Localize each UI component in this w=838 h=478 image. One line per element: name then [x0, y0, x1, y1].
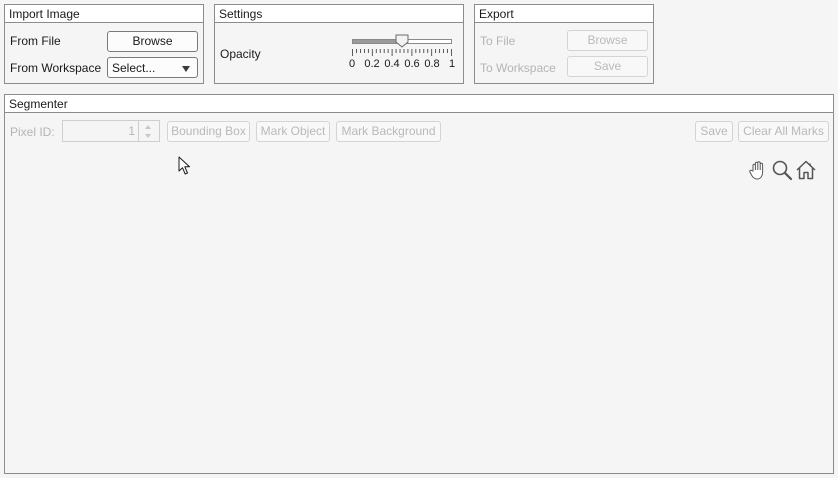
to-file-label: To File [480, 34, 516, 48]
slider-tick-label: 0.4 [384, 58, 400, 70]
workspace-dropdown[interactable]: Select... [107, 57, 198, 78]
opacity-tick-labels: 0 0.2 0.4 0.6 0.8 1 [348, 58, 456, 72]
opacity-slider-thumb[interactable] [395, 34, 409, 48]
mark-background-button[interactable]: Mark Background [336, 121, 441, 142]
export-title: Export [475, 5, 653, 23]
opacity-slider-ticks [352, 49, 452, 56]
mouse-cursor [178, 156, 190, 175]
opacity-slider[interactable]: 0 0.2 0.4 0.6 0.8 1 [348, 33, 456, 73]
settings-panel: Settings Opacity 0 0.2 0.4 0.6 0.8 1 [214, 4, 464, 84]
export-browse-button[interactable]: Browse [567, 30, 648, 51]
pixel-id-label: Pixel ID: [10, 125, 55, 139]
settings-title: Settings [215, 5, 463, 23]
from-workspace-label: From Workspace [10, 61, 102, 75]
segmenter-save-button[interactable]: Save [695, 121, 733, 142]
pan-icon[interactable] [747, 159, 769, 181]
home-icon[interactable] [795, 159, 817, 181]
segmenter-panel: Segmenter Pixel ID: 1 Bounding Box Mark … [4, 94, 834, 474]
pixel-id-spinner[interactable]: 1 [62, 120, 160, 142]
mark-object-button[interactable]: Mark Object [256, 121, 330, 142]
to-workspace-label: To Workspace [480, 61, 556, 75]
opacity-label: Opacity [220, 47, 261, 61]
slider-tick-label: 0.6 [404, 58, 420, 70]
slider-tick-label: 0.8 [424, 58, 440, 70]
zoom-icon[interactable] [771, 159, 793, 181]
pixel-id-stepper[interactable] [138, 121, 159, 141]
chevron-down-icon [182, 66, 190, 72]
slider-tick-label: 0 [348, 58, 356, 70]
pixel-id-value: 1 [128, 124, 135, 138]
chevron-down-icon[interactable] [145, 134, 151, 138]
from-file-label: From File [10, 34, 61, 48]
clear-all-marks-button[interactable]: Clear All Marks [738, 121, 829, 142]
export-panel: Export To File Browse To Workspace Save [474, 4, 654, 84]
import-image-title: Import Image [5, 5, 203, 23]
workspace-dropdown-value: Select... [112, 61, 156, 75]
slider-tick-label: 0.2 [364, 58, 380, 70]
import-browse-button[interactable]: Browse [107, 31, 198, 52]
import-image-panel: Import Image From File Browse From Works… [4, 4, 204, 84]
export-save-button[interactable]: Save [567, 56, 648, 77]
chevron-up-icon[interactable] [145, 125, 151, 129]
segmenter-title: Segmenter [5, 95, 833, 113]
slider-tick-label: 1 [448, 58, 456, 70]
bounding-box-button[interactable]: Bounding Box [167, 121, 250, 142]
